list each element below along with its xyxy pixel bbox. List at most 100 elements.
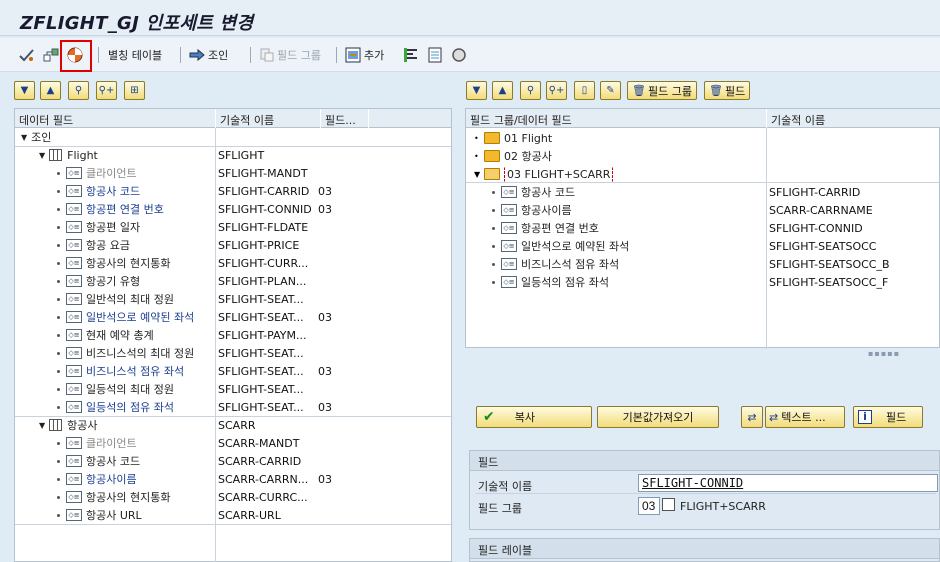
hierarchy-icon[interactable] bbox=[42, 46, 60, 64]
find-button[interactable]: ⚲ bbox=[68, 81, 89, 100]
delete-field-group-button[interactable]: 🗑 필드 그룹 bbox=[627, 81, 697, 100]
tree-field-row[interactable]: ◇≡ 일등석의 최대 정원 SFLIGHT-SEAT... bbox=[15, 380, 451, 398]
field-group-field-row[interactable]: ◇≡ 일등석의 점유 좌석 SFLIGHT-SEATSOCC_F bbox=[466, 273, 936, 291]
tree-item-label: 항공사 코드 bbox=[86, 185, 141, 198]
field-group-field-row[interactable]: ◇≡ 항공사이름 SCARR-CARRNAME bbox=[466, 201, 936, 219]
expand-toggle-icon[interactable]: ▼ bbox=[21, 133, 27, 142]
bullet-icon[interactable]: • bbox=[474, 152, 482, 161]
tech-name-cell: SFLIGHT-SEATSOCC bbox=[769, 240, 877, 253]
bullet-icon bbox=[492, 262, 495, 266]
tech-name-cell: SFLIGHT bbox=[218, 149, 265, 162]
data-field-icon: ◇≡ bbox=[66, 437, 82, 449]
join-button[interactable]: 조인 bbox=[208, 47, 228, 63]
align-icon[interactable] bbox=[402, 46, 420, 64]
field-group-code-field[interactable]: 03 bbox=[638, 497, 660, 515]
tree-field-row[interactable]: ◇≡ 현재 예약 총계 SFLIGHT-PAYM... bbox=[15, 326, 451, 344]
tree-field-row[interactable]: ◇≡ 항공기 유형 SFLIGHT-PLAN... bbox=[15, 272, 451, 290]
tree-field-row[interactable]: ◇≡ 항공사이름 SCARR-CARRN... 03 bbox=[15, 470, 451, 488]
column-header-tech-name[interactable]: 기술적 이름 bbox=[216, 109, 320, 128]
field-group-field-row[interactable]: ◇≡ 일반석으로 예약된 좌석 SFLIGHT-SEATSOCC bbox=[466, 237, 936, 255]
binoculars-icon: ⚲ bbox=[74, 85, 83, 96]
right-find-button[interactable]: ⚲ bbox=[520, 81, 541, 100]
list-icon[interactable] bbox=[426, 46, 444, 64]
expand-toggle-icon[interactable]: ▼ bbox=[474, 170, 482, 179]
tree-field-row[interactable]: ◇≡ 항공사 코드 SFLIGHT-CARRID 03 bbox=[15, 182, 451, 200]
add-icon bbox=[344, 46, 362, 64]
tree-label-cell: ◇≡ 항공사 코드 bbox=[15, 182, 215, 200]
bullet-icon[interactable]: • bbox=[474, 134, 482, 143]
tree-field-row[interactable]: ◇≡ 클라이언트 SFLIGHT-MANDT bbox=[15, 164, 451, 182]
expand-all-button[interactable]: ▼ bbox=[14, 81, 35, 100]
radio-icon[interactable] bbox=[450, 46, 468, 64]
column-header-field[interactable]: 필드... bbox=[321, 109, 368, 128]
right-expand-all-button[interactable]: ▼ bbox=[466, 81, 487, 100]
tree-label-cell: ◇≡ 클라이언트 bbox=[15, 164, 215, 182]
field-section: 필드 기술적 이름 SFLIGHT-CONNID 필드 그룹 03 FLIGHT… bbox=[469, 450, 940, 530]
data-field-icon: ◇≡ bbox=[66, 293, 82, 305]
delete-field-button[interactable]: 🗑 필드 bbox=[704, 81, 751, 100]
field-group-field-row[interactable]: ◇≡ 항공사 코드 SFLIGHT-CARRID bbox=[466, 183, 936, 201]
column-header-data-field[interactable]: 데이터 필드 bbox=[15, 109, 215, 128]
check-icon[interactable] bbox=[18, 46, 36, 64]
tree-field-row[interactable]: ◇≡ 항공사의 현지통화 SCARR-CURRC... bbox=[15, 488, 451, 506]
tech-name-cell: SCARR-CURRC... bbox=[218, 491, 308, 504]
expand-toggle-icon[interactable]: ▼ bbox=[39, 151, 45, 160]
bullet-icon bbox=[57, 405, 60, 409]
tech-name-field[interactable]: SFLIGHT-CONNID bbox=[638, 474, 938, 492]
tree-label-cell: ▼ 항공사 bbox=[15, 416, 215, 434]
tree-table-row[interactable]: ▼ Flight SFLIGHT bbox=[15, 146, 451, 164]
collapse-all-button[interactable]: ▲ bbox=[40, 81, 61, 100]
tech-name-cell: SFLIGHT-PLAN... bbox=[218, 275, 307, 288]
data-field-icon: ◇≡ bbox=[66, 257, 82, 269]
column-header-field-group[interactable]: 필드 그룹/데이터 필드 bbox=[466, 109, 766, 128]
field-info-button[interactable]: i 필드 bbox=[853, 406, 923, 428]
bullet-icon bbox=[57, 513, 60, 517]
tree-field-row[interactable]: ◇≡ 일등석의 점유 좌석 SFLIGHT-SEAT... 03 bbox=[15, 398, 451, 416]
field-group-button[interactable]: 필드 그룹 bbox=[277, 47, 321, 63]
delete-field-label: 필드 bbox=[724, 84, 746, 98]
tree-item-label: 비즈니스석의 최대 정원 bbox=[86, 347, 195, 360]
tree-field-row[interactable]: ◇≡ 항공편 일자 SFLIGHT-FLDATE bbox=[15, 218, 451, 236]
new-button[interactable]: ▯ bbox=[574, 81, 595, 100]
tree-field-row[interactable]: ◇≡ 항공사 URL SCARR-URL bbox=[15, 506, 451, 524]
tree-field-row[interactable]: ◇≡ 항공사의 현지통화 SFLIGHT-CURR... bbox=[15, 254, 451, 272]
tree-field-row[interactable]: ◇≡ 항공 요금 SFLIGHT-PRICE bbox=[15, 236, 451, 254]
right-collapse-all-button[interactable]: ▲ bbox=[492, 81, 513, 100]
right-find-next-button[interactable]: ⚲+ bbox=[546, 81, 567, 100]
add-button[interactable]: 추가 bbox=[364, 47, 384, 63]
move-button[interactable]: ⇄ bbox=[741, 406, 763, 428]
tech-name-cell: SFLIGHT-FLDATE bbox=[218, 221, 309, 234]
edit-button[interactable]: ✎ bbox=[600, 81, 621, 100]
hierarchy-button[interactable]: ⊞ bbox=[124, 81, 145, 100]
tree-field-row[interactable]: ◇≡ 비즈니스석 점유 좌석 SFLIGHT-SEAT... 03 bbox=[15, 362, 451, 380]
find-next-button[interactable]: ⚲+ bbox=[96, 81, 117, 100]
tree-field-row[interactable]: ◇≡ 항공편 연결 번호 SFLIGHT-CONNID 03 bbox=[15, 200, 451, 218]
expand-toggle-icon[interactable]: ▼ bbox=[39, 421, 45, 430]
column-header-tech-name[interactable]: 기술적 이름 bbox=[767, 109, 940, 128]
tree-node-row[interactable]: ▼ 조인 bbox=[15, 128, 451, 146]
copy-button[interactable]: ✔ 복사 bbox=[476, 406, 592, 428]
tree-field-row[interactable]: ◇≡ 클라이언트 SCARR-MANDT bbox=[15, 434, 451, 452]
fetch-default-button[interactable]: 기본값가져오기 bbox=[597, 406, 719, 428]
tree-field-row[interactable]: ◇≡ 일반석으로 예약된 좌석 SFLIGHT-SEAT... 03 bbox=[15, 308, 451, 326]
field-group-row[interactable]: • 01 Flight bbox=[466, 129, 936, 147]
field-group-label: 02 항공사 bbox=[504, 150, 552, 163]
tree-item-label: 항공사 코드 bbox=[86, 455, 141, 468]
tech-name-label: 기술적 이름 bbox=[478, 480, 533, 493]
tree-field-row[interactable]: ◇≡ 일반석의 최대 정원 SFLIGHT-SEAT... bbox=[15, 290, 451, 308]
tree-item-label: Flight bbox=[67, 148, 98, 162]
splitter-handle[interactable]: ▪▪▪▪▪ bbox=[868, 349, 900, 358]
text-button[interactable]: ⇄ 텍스트 ... bbox=[765, 406, 845, 428]
tree-label-cell: ◇≡ 항공사이름 bbox=[466, 201, 766, 219]
data-field-icon: ◇≡ bbox=[66, 401, 82, 413]
field-group-field-row[interactable]: ◇≡ 항공편 연결 번호 SFLIGHT-CONNID bbox=[466, 219, 936, 237]
field-group-field-row[interactable]: ◇≡ 비즈니스석 점유 좌석 SFLIGHT-SEATSOCC_B bbox=[466, 255, 936, 273]
tree-field-row[interactable]: ◇≡ 항공사 코드 SCARR-CARRID bbox=[15, 452, 451, 470]
alias-table-button[interactable]: 별칭 테이블 bbox=[108, 47, 162, 63]
tree-field-row[interactable]: ◇≡ 비즈니스석의 최대 정원 SFLIGHT-SEAT... bbox=[15, 344, 451, 362]
row-divider bbox=[476, 493, 936, 494]
value-help-icon[interactable] bbox=[662, 498, 675, 511]
field-group-row[interactable]: ▼ 03 FLIGHT+SCARR bbox=[466, 165, 936, 183]
field-group-row[interactable]: • 02 항공사 bbox=[466, 147, 936, 165]
tree-table-row[interactable]: ▼ 항공사 SCARR bbox=[15, 416, 451, 434]
